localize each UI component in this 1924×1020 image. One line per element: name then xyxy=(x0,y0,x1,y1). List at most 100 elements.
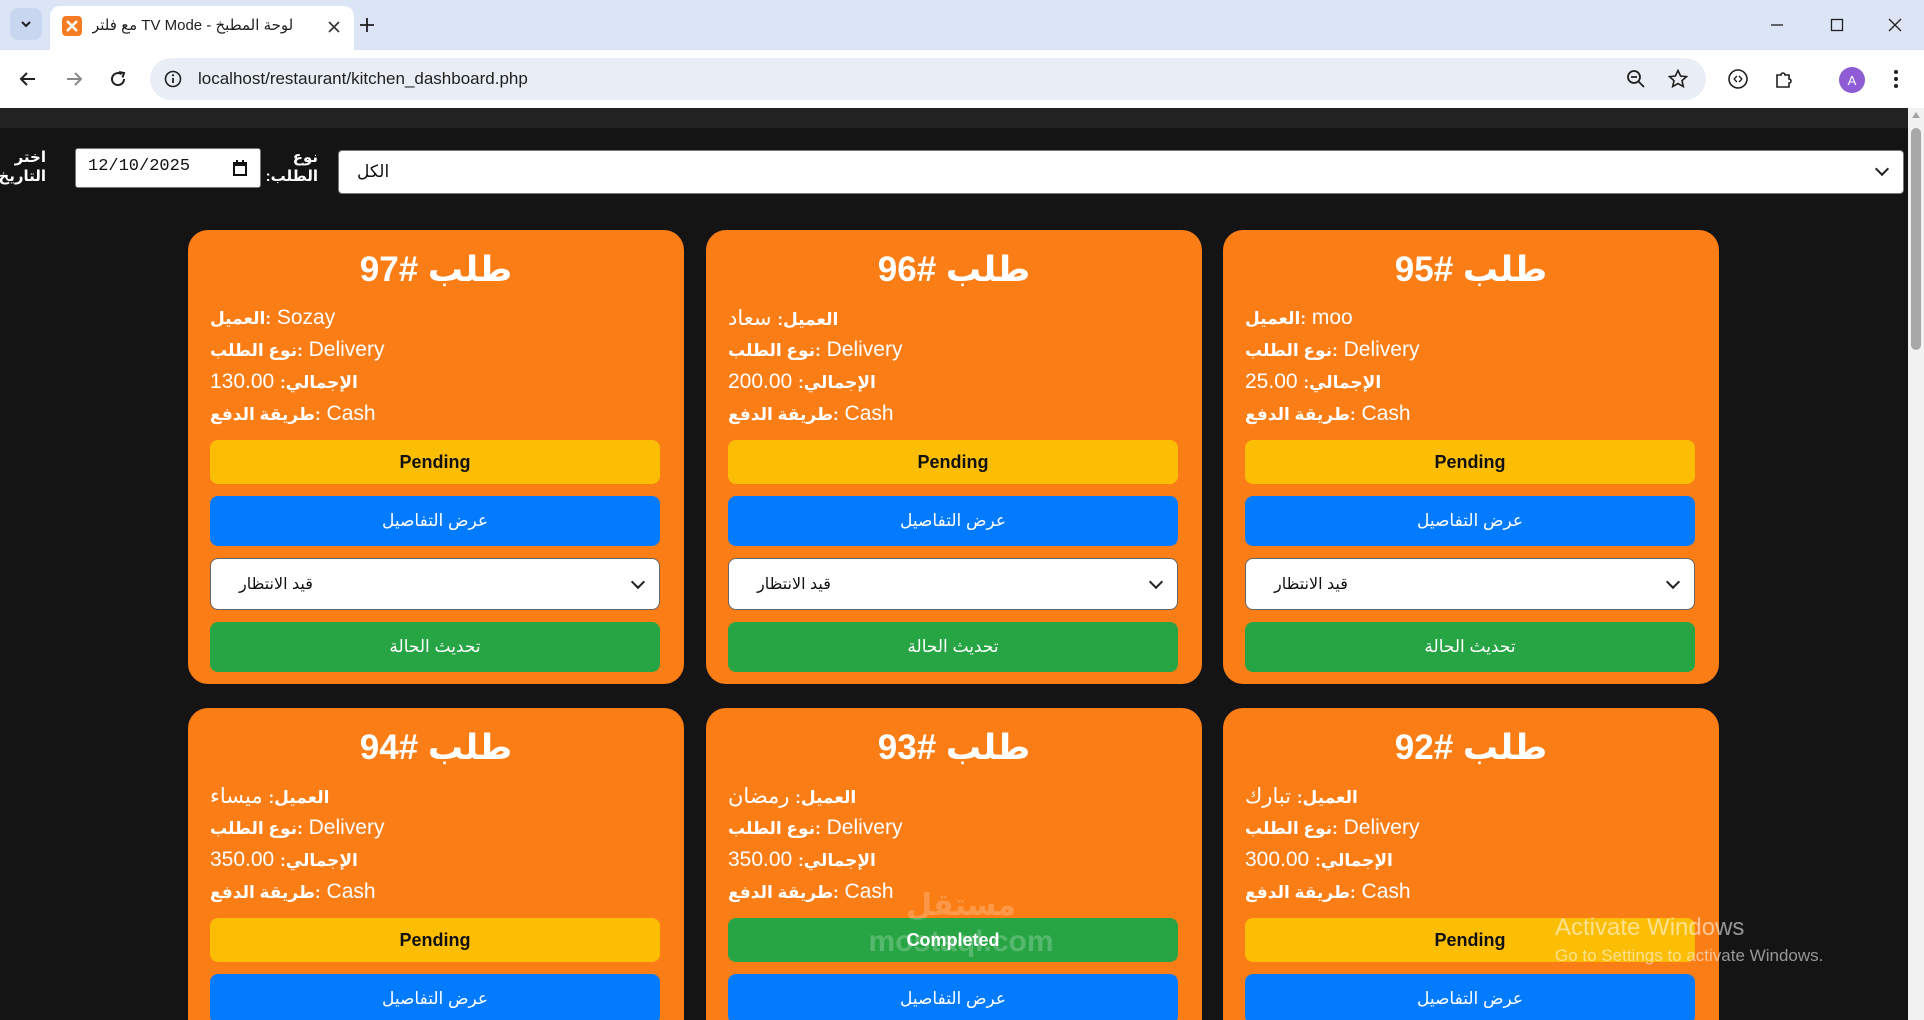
view-details-button[interactable]: عرض التفاصيل xyxy=(210,496,660,546)
view-details-button[interactable]: عرض التفاصيل xyxy=(210,974,660,1020)
close-tab-icon[interactable] xyxy=(324,17,344,37)
status-badge: Pending xyxy=(1245,440,1695,484)
browser-toolbar: localhost/restaurant/kitchen_dashboard.p… xyxy=(0,50,1924,108)
close-window-button[interactable] xyxy=(1866,0,1924,50)
tab-search-button[interactable] xyxy=(10,8,42,40)
order-title: طلب #95 xyxy=(1394,250,1548,289)
order-title: طلب #92 xyxy=(1394,728,1548,767)
payment-row: طريقة الدفع: Cash xyxy=(1245,880,1411,903)
order-type-row: نوع الطلب: Delivery xyxy=(728,338,903,361)
customer-row: العميل: رمضان xyxy=(728,785,857,808)
bookmark-star-icon[interactable] xyxy=(1666,67,1690,91)
customer-value: سعاد xyxy=(728,307,772,330)
page-scrollbar[interactable] xyxy=(1908,108,1924,1020)
order-title: طلب #93 xyxy=(877,728,1031,767)
new-tab-button[interactable] xyxy=(352,10,382,40)
payment-row: طريقة الدفع: Cash xyxy=(210,402,376,425)
maximize-icon xyxy=(1830,18,1844,32)
type-filter-label: نوع الطلب: xyxy=(265,149,318,185)
zoom-icon[interactable] xyxy=(1624,67,1648,91)
mostaql-watermark: مستقل mostaql.com xyxy=(868,889,1054,958)
order-type-value: Delivery xyxy=(1343,338,1420,361)
total-value: 200.00 xyxy=(728,370,793,393)
extension-circle-icon[interactable] xyxy=(1722,63,1754,95)
plus-icon xyxy=(360,18,374,32)
payment-row: طريقة الدفع: Cash xyxy=(210,880,376,903)
order-title: طلب #96 xyxy=(877,250,1031,289)
view-details-button[interactable]: عرض التفاصيل xyxy=(1245,974,1695,1020)
maximize-button[interactable] xyxy=(1808,0,1866,50)
reload-button[interactable] xyxy=(102,63,134,95)
payment-value: Cash xyxy=(326,880,376,903)
order-title: طلب #97 xyxy=(359,250,513,289)
customer-row: العميل: ميساء xyxy=(210,785,330,808)
payment-value: Cash xyxy=(1361,402,1411,425)
status-badge: Pending xyxy=(210,440,660,484)
view-details-button[interactable]: عرض التفاصيل xyxy=(728,974,1178,1020)
url-text: localhost/restaurant/kitchen_dashboard.p… xyxy=(198,69,528,88)
browser-tab[interactable]: لوحة المطبخ - TV Mode مع فلتر xyxy=(50,6,354,50)
xampp-favicon-icon xyxy=(62,16,82,36)
forward-button[interactable] xyxy=(58,63,90,95)
payment-value: Cash xyxy=(326,402,376,425)
status-select[interactable]: قيد الانتظار xyxy=(728,558,1178,610)
arrow-left-icon xyxy=(19,72,35,86)
update-status-button[interactable]: تحديث الحالة xyxy=(210,622,660,672)
total-row: الإجمالي: 300.00 xyxy=(1245,848,1393,871)
site-info-icon[interactable] xyxy=(162,68,184,90)
order-card: طلب #96 العميل: سعاد نوع الطلب: Delivery… xyxy=(706,230,1202,684)
status-select[interactable]: قيد الانتظار xyxy=(1245,558,1695,610)
browser-tab-strip: لوحة المطبخ - TV Mode مع فلتر xyxy=(0,0,1924,50)
total-value: 350.00 xyxy=(728,848,793,871)
order-type-row: نوع الطلب: Delivery xyxy=(210,338,385,361)
total-row: الإجمالي: 200.00 xyxy=(728,370,876,393)
order-card: طلب #95 العميل: moo نوع الطلب: Delivery … xyxy=(1223,230,1719,684)
calendar-icon[interactable] xyxy=(232,159,248,177)
update-status-button[interactable]: تحديث الحالة xyxy=(728,622,1178,672)
customer-value: Sozay xyxy=(276,306,336,329)
order-type-row: نوع الطلب: Delivery xyxy=(1245,338,1420,361)
view-details-button[interactable]: عرض التفاصيل xyxy=(1245,496,1695,546)
address-bar[interactable]: localhost/restaurant/kitchen_dashboard.p… xyxy=(150,58,1706,100)
arrow-right-icon xyxy=(67,72,83,86)
chevron-down-icon xyxy=(1148,574,1164,590)
order-type-value: Delivery xyxy=(826,816,903,839)
chevron-down-icon xyxy=(21,21,31,28)
customer-row: العميل: moo xyxy=(1245,306,1353,329)
status-badge: Pending xyxy=(728,440,1178,484)
order-card: طلب #97 العميل: Sozay نوع الطلب: Deliver… xyxy=(188,230,684,684)
order-type-value: Delivery xyxy=(308,816,385,839)
total-value: 25.00 xyxy=(1245,370,1298,393)
customer-row: العميل: سعاد xyxy=(728,307,839,330)
order-type-row: نوع الطلب: Delivery xyxy=(210,816,385,839)
scrollbar-thumb[interactable] xyxy=(1911,128,1921,350)
order-card: طلب #92 العميل: تبارك نوع الطلب: Deliver… xyxy=(1223,708,1719,1020)
close-icon xyxy=(1888,18,1902,32)
date-filter-label: اختر التاريخ: xyxy=(0,149,46,185)
status-badge: Pending xyxy=(210,918,660,962)
customer-value: moo xyxy=(1311,306,1353,329)
customer-value: ميساء xyxy=(210,785,263,808)
total-value: 130.00 xyxy=(210,370,275,393)
scroll-up-arrow-icon[interactable] xyxy=(1912,112,1920,118)
total-value: 300.00 xyxy=(1245,848,1310,871)
order-type-select[interactable]: الكل xyxy=(338,150,1904,194)
update-status-button[interactable]: تحديث الحالة xyxy=(1245,622,1695,672)
kitchen-dashboard-page: اختر التاريخ: 12/10/2025 نوع الطلب: الكل… xyxy=(0,108,1908,1020)
order-type-row: نوع الطلب: Delivery xyxy=(728,816,903,839)
payment-value: Cash xyxy=(844,402,894,425)
profile-avatar[interactable]: A xyxy=(1839,67,1865,93)
status-select[interactable]: قيد الانتظار xyxy=(210,558,660,610)
back-button[interactable] xyxy=(12,63,44,95)
extensions-puzzle-icon[interactable] xyxy=(1768,63,1800,95)
order-card: طلب #93 العميل: رمضان نوع الطلب: Deliver… xyxy=(706,708,1202,1020)
date-filter-input[interactable]: 12/10/2025 xyxy=(75,148,261,188)
more-menu-icon[interactable] xyxy=(1880,63,1912,95)
minimize-button[interactable] xyxy=(1748,0,1806,50)
view-details-button[interactable]: عرض التفاصيل xyxy=(728,496,1178,546)
tab-title: لوحة المطبخ - TV Mode مع فلتر xyxy=(92,17,294,34)
page-top-strip xyxy=(0,108,1908,128)
chevron-down-icon xyxy=(1874,161,1890,177)
total-row: الإجمالي: 130.00 xyxy=(210,370,358,393)
total-row: الإجمالي: 350.00 xyxy=(210,848,358,871)
